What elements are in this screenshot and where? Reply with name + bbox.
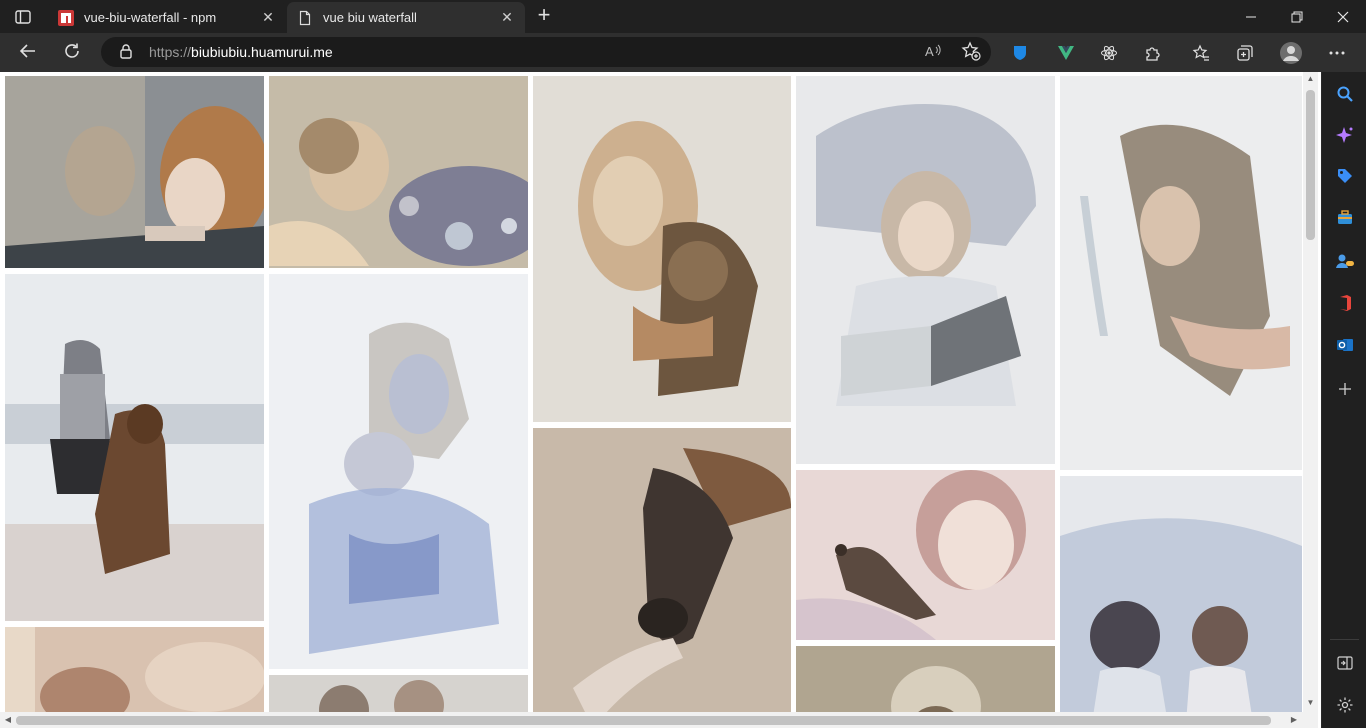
sidebar-tools-button[interactable] — [1332, 204, 1358, 230]
url-text[interactable]: https://biubiubiu.huamurui.me — [149, 44, 333, 60]
gallery-image[interactable] — [1060, 476, 1302, 728]
extensions-puzzle-icon[interactable] — [1140, 40, 1166, 66]
gallery-image[interactable] — [533, 428, 791, 728]
sidebar-office-button[interactable] — [1332, 290, 1358, 316]
refresh-button[interactable] — [58, 37, 86, 65]
url-host: biubiubiu.huamurui.me — [191, 44, 333, 60]
read-aloud-icon[interactable]: A — [924, 42, 942, 63]
tag-icon — [1338, 169, 1352, 183]
scroll-up-icon[interactable]: ▲ — [1303, 72, 1318, 86]
lock-icon[interactable] — [119, 43, 133, 64]
hide-sidebar-icon — [1337, 656, 1353, 670]
horizontal-scrollbar[interactable]: ◀ ▶ — [0, 712, 1318, 728]
tab-vue-biu-waterfall[interactable]: vue biu waterfall ✕ — [287, 2, 525, 33]
add-favorite-icon[interactable] — [961, 41, 981, 66]
close-icon — [1337, 11, 1349, 22]
sidebar-divider — [1330, 639, 1359, 640]
vertical-scrollbar[interactable]: ▲ ▼ — [1303, 72, 1318, 712]
gallery-image[interactable] — [533, 76, 791, 422]
sidebar-hide-button[interactable] — [1332, 650, 1358, 676]
sidebar-search-button[interactable] — [1332, 81, 1358, 107]
horizontal-scrollbar-thumb[interactable] — [16, 716, 1271, 725]
sidebar-games-button[interactable] — [1332, 248, 1358, 274]
page-icon — [297, 10, 313, 26]
gallery-image[interactable] — [796, 470, 1055, 640]
edge-sidebar — [1321, 72, 1366, 728]
gallery-image[interactable] — [269, 76, 528, 268]
minimize-button[interactable] — [1228, 0, 1274, 33]
sidebar-outlook-button[interactable] — [1332, 332, 1358, 358]
gallery-image[interactable] — [796, 76, 1055, 464]
waterfall-gallery — [0, 72, 1321, 728]
settings-and-more-icon[interactable] — [1324, 40, 1350, 66]
back-button[interactable] — [14, 37, 42, 65]
extension-bitwarden-icon[interactable] — [1007, 40, 1033, 66]
refresh-icon — [65, 43, 79, 58]
favorites-icon[interactable] — [1188, 40, 1214, 66]
minimize-icon — [1246, 16, 1256, 17]
tab-title: vue-biu-waterfall - npm — [84, 10, 217, 25]
gallery-image[interactable] — [5, 274, 264, 621]
extension-react-devtools-icon[interactable] — [1096, 40, 1122, 66]
restore-button[interactable] — [1274, 0, 1320, 33]
extension-vue-devtools-icon[interactable] — [1053, 40, 1079, 66]
tab-actions-button[interactable] — [10, 6, 36, 28]
tab-npm[interactable]: vue-biu-waterfall - npm ✕ — [48, 2, 286, 33]
scroll-right-icon[interactable]: ▶ — [1286, 712, 1302, 728]
sidebar-copilot-button[interactable] — [1332, 122, 1358, 148]
close-tab-icon[interactable]: ✕ — [499, 9, 515, 26]
restore-icon — [1291, 11, 1303, 22]
address-bar[interactable]: https://biubiubiu.huamurui.me A — [101, 37, 991, 67]
office-icon — [1340, 295, 1351, 311]
outlook-icon — [1337, 339, 1353, 351]
gallery-image[interactable] — [269, 274, 528, 669]
scroll-left-icon[interactable]: ◀ — [0, 712, 16, 728]
games-icon — [1336, 254, 1354, 268]
back-icon — [19, 44, 35, 58]
search-icon — [1337, 86, 1353, 102]
npm-icon — [58, 9, 74, 26]
url-scheme: https:// — [149, 44, 192, 60]
plus-icon — [1339, 383, 1351, 395]
sidebar-add-button[interactable] — [1332, 376, 1358, 402]
sparkle-icon — [1336, 127, 1353, 143]
collections-icon[interactable] — [1232, 40, 1258, 66]
vertical-scrollbar-thumb[interactable] — [1306, 90, 1315, 240]
sidebar-shopping-button[interactable] — [1332, 163, 1358, 189]
gallery-image[interactable] — [1060, 76, 1302, 470]
scroll-down-icon[interactable]: ▼ — [1303, 696, 1318, 710]
tab-strip: vue-biu-waterfall - npm ✕ vue biu waterf… — [0, 0, 1366, 33]
new-tab-button[interactable]: + — [534, 4, 554, 26]
gallery-image[interactable] — [5, 76, 264, 268]
close-tab-icon[interactable]: ✕ — [260, 9, 276, 26]
tab-title: vue biu waterfall — [323, 10, 417, 25]
gear-icon — [1337, 697, 1353, 713]
svg-text:A: A — [925, 44, 934, 59]
profile-avatar[interactable] — [1278, 40, 1304, 66]
sidebar-settings-button[interactable] — [1332, 692, 1358, 718]
tab-actions-icon — [15, 10, 31, 24]
close-window-button[interactable] — [1320, 0, 1366, 33]
toolbox-icon — [1338, 210, 1352, 224]
